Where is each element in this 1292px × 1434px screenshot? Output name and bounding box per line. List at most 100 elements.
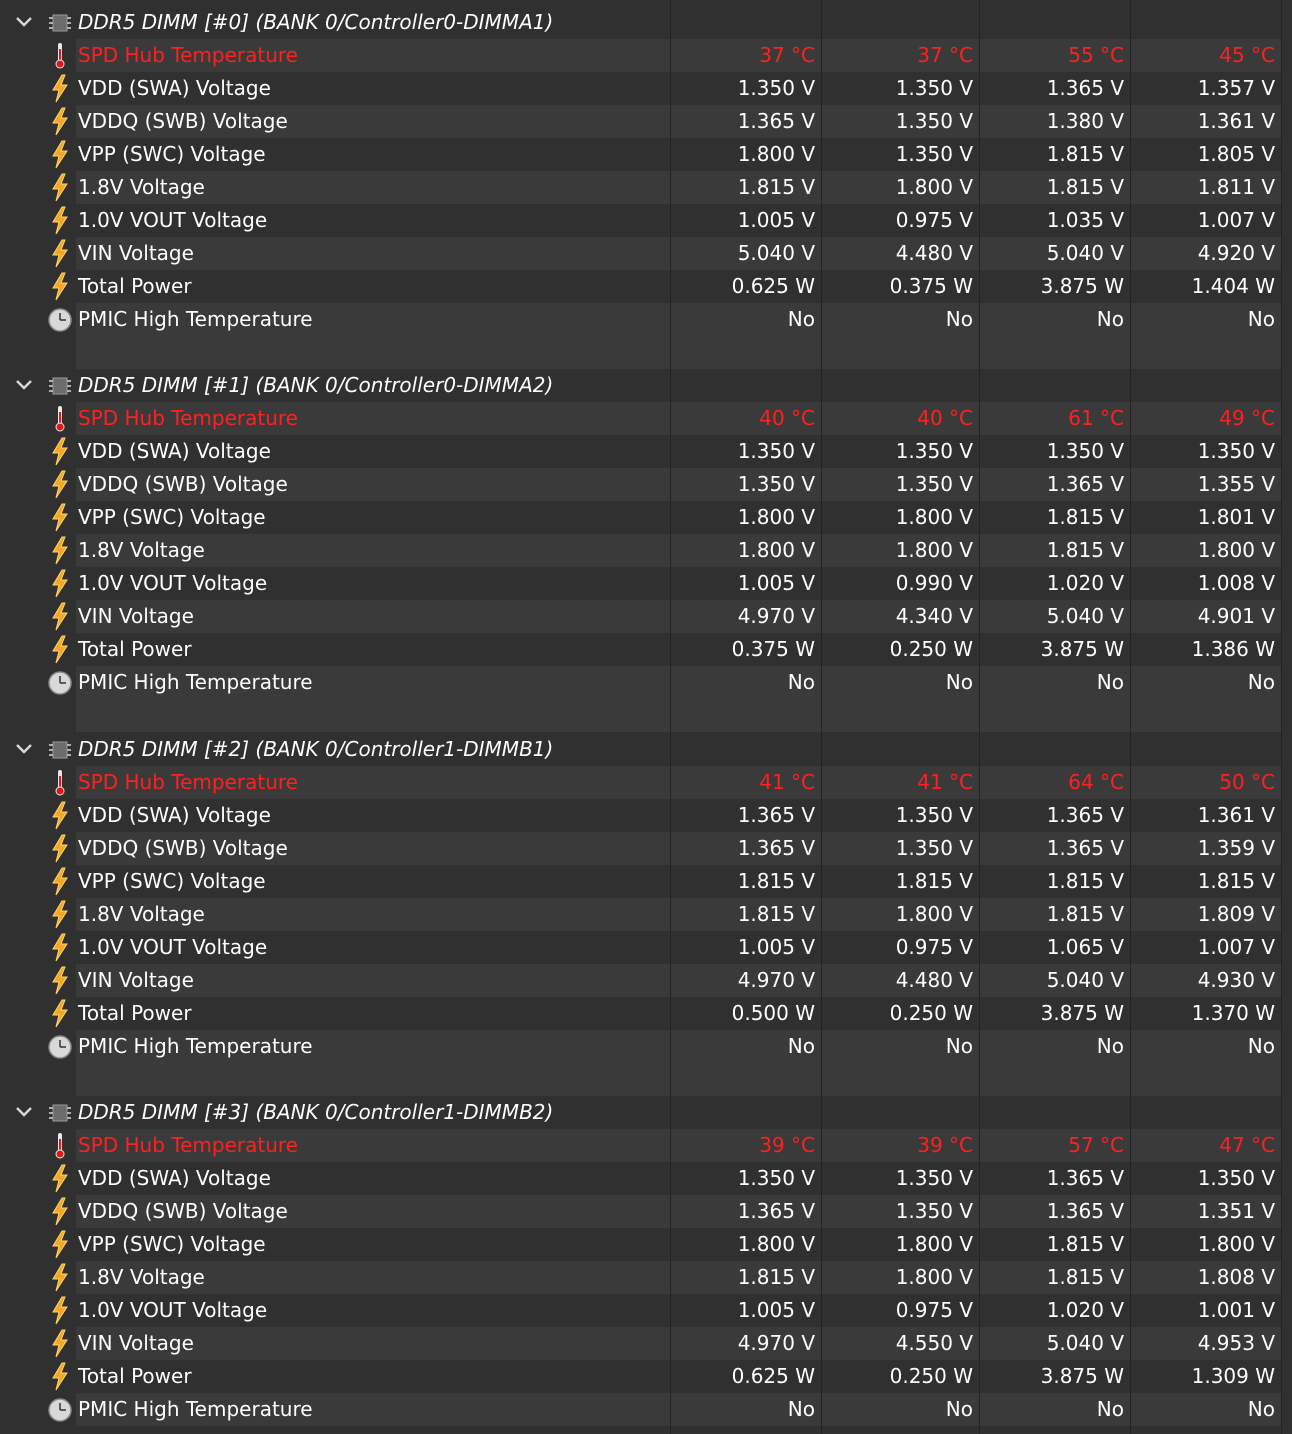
maximum-value: No	[1096, 307, 1124, 331]
sensor-label: VDDQ (SWB) Voltage	[78, 472, 288, 496]
lightning-icon	[47, 470, 73, 499]
sensor-row[interactable]: VIN Voltage 4.970 V 4.550 V 5.040 V 4.953 V	[0, 1327, 1292, 1360]
sensor-row[interactable]: VPP (SWC) Voltage 1.800 V 1.800 V 1.815 V 1.…	[0, 501, 1292, 534]
sensor-row[interactable]: VDDQ (SWB) Voltage 1.365 V 1.350 V 1.365 V 1…	[0, 832, 1292, 865]
lightning-icon	[47, 801, 73, 830]
lightning-icon	[47, 867, 73, 896]
lightning-icon	[47, 173, 73, 202]
group-header[interactable]: DDR5 DIMM [#0] (BANK 0/Controller0-DIMMA…	[0, 6, 1292, 39]
sensor-label: Total Power	[78, 274, 192, 298]
average-value: 1.357 V	[1197, 76, 1275, 100]
current-value: 37 °C	[759, 43, 815, 67]
group-header[interactable]: DDR5 DIMM [#1] (BANK 0/Controller0-DIMMA…	[0, 369, 1292, 402]
sensor-row[interactable]: PMIC High Temperature No No No No	[0, 1030, 1292, 1063]
lightning-icon	[47, 602, 73, 631]
maximum-value: 3.875 W	[1040, 637, 1124, 661]
sensor-label: VDD (SWA) Voltage	[78, 76, 271, 100]
current-value: 1.800 V	[737, 538, 815, 562]
sensor-row[interactable]: PMIC High Temperature No No No No	[0, 303, 1292, 336]
sensor-row[interactable]: VDD (SWA) Voltage 1.350 V 1.350 V 1.365 V 1.…	[0, 72, 1292, 105]
minimum-value: 1.800 V	[895, 538, 973, 562]
sensor-row[interactable]: VPP (SWC) Voltage 1.815 V 1.815 V 1.815 V 1.…	[0, 865, 1292, 898]
current-value: 1.350 V	[737, 472, 815, 496]
current-value: 1.350 V	[737, 439, 815, 463]
minimum-value: 1.800 V	[895, 175, 973, 199]
sensor-row[interactable]: Total Power 0.625 W 0.250 W 3.875 W 1.309 W	[0, 1360, 1292, 1393]
sensor-row[interactable]: SPD Hub Temperature 37 °C 37 °C 55 °C 45 °C	[0, 39, 1292, 72]
lightning-icon	[47, 1263, 73, 1292]
sensor-row[interactable]: 1.0V VOUT Voltage 1.005 V 0.975 V 1.065 V 1.…	[0, 931, 1292, 964]
sensor-label: 1.0V VOUT Voltage	[78, 1298, 268, 1322]
average-value: 49 °C	[1219, 406, 1275, 430]
average-value: No	[1247, 307, 1275, 331]
sensor-row[interactable]: 1.8V Voltage 1.815 V 1.800 V 1.815 V 1.808 V	[0, 1261, 1292, 1294]
sensor-row[interactable]: VDDQ (SWB) Voltage 1.365 V 1.350 V 1.365 V 1…	[0, 1195, 1292, 1228]
current-value: No	[787, 307, 815, 331]
sensor-row[interactable]: VPP (SWC) Voltage 1.800 V 1.350 V 1.815 V 1.…	[0, 138, 1292, 171]
average-value: 4.953 V	[1197, 1331, 1275, 1355]
lightning-icon	[47, 74, 73, 103]
sensor-row[interactable]: PMIC High Temperature No No No No	[0, 1393, 1292, 1426]
maximum-value: 1.380 V	[1046, 109, 1124, 133]
sensor-row[interactable]: 1.0V VOUT Voltage 1.005 V 0.975 V 1.020 V 1.…	[0, 1294, 1292, 1327]
row-background	[76, 1063, 1282, 1096]
minimum-value: 1.800 V	[895, 902, 973, 926]
column-divider	[1281, 0, 1282, 1434]
sensor-row[interactable]: VDDQ (SWB) Voltage 1.350 V 1.350 V 1.365 V 1…	[0, 468, 1292, 501]
maximum-value: 55 °C	[1068, 43, 1124, 67]
chevron-down-icon[interactable]	[14, 1104, 34, 1120]
clock-icon	[47, 1032, 73, 1061]
current-value: 1.815 V	[737, 869, 815, 893]
sensor-row[interactable]: VDD (SWA) Voltage 1.350 V 1.350 V 1.365 V 1.…	[0, 1162, 1292, 1195]
current-value: 0.500 W	[731, 1001, 815, 1025]
sensor-row[interactable]: VIN Voltage 4.970 V 4.480 V 5.040 V 4.930 V	[0, 964, 1292, 997]
sensor-row[interactable]: VIN Voltage 5.040 V 4.480 V 5.040 V 4.920 V	[0, 237, 1292, 270]
sensor-row[interactable]: PMIC High Temperature No No No No	[0, 666, 1292, 699]
group-header[interactable]: DDR5 DIMM [#2] (BANK 0/Controller1-DIMMB…	[0, 733, 1292, 766]
sensor-row[interactable]: 1.8V Voltage 1.815 V 1.800 V 1.815 V 1.809 V	[0, 898, 1292, 931]
average-value: 1.350 V	[1197, 439, 1275, 463]
current-value: 41 °C	[759, 770, 815, 794]
minimum-value: No	[945, 1034, 973, 1058]
sensor-row[interactable]: VDD (SWA) Voltage 1.365 V 1.350 V 1.365 V 1.…	[0, 799, 1292, 832]
sensor-row[interactable]: VPP (SWC) Voltage 1.800 V 1.800 V 1.815 V 1.…	[0, 1228, 1292, 1261]
sensor-row[interactable]: SPD Hub Temperature 39 °C 39 °C 57 °C 47 °C	[0, 1129, 1292, 1162]
sensor-row[interactable]: VDD (SWA) Voltage 1.350 V 1.350 V 1.350 V 1.…	[0, 435, 1292, 468]
sensor-row[interactable]: Total Power 0.500 W 0.250 W 3.875 W 1.370 W	[0, 997, 1292, 1030]
chip-icon	[48, 374, 72, 398]
sensor-row[interactable]: 1.0V VOUT Voltage 1.005 V 0.990 V 1.020 V 1.…	[0, 567, 1292, 600]
maximum-value: 1.365 V	[1046, 803, 1124, 827]
sensor-row[interactable]: VIN Voltage 4.970 V 4.340 V 5.040 V 4.901 V	[0, 600, 1292, 633]
maximum-value: No	[1096, 1397, 1124, 1421]
sensor-row[interactable]: 1.8V Voltage 1.800 V 1.800 V 1.815 V 1.800 V	[0, 534, 1292, 567]
group-header[interactable]: DDR5 DIMM [#3] (BANK 0/Controller1-DIMMB…	[0, 1096, 1292, 1129]
maximum-value: 5.040 V	[1046, 968, 1124, 992]
sensor-label: 1.0V VOUT Voltage	[78, 571, 268, 595]
current-value: No	[787, 670, 815, 694]
sensor-row[interactable]: VDDQ (SWB) Voltage 1.365 V 1.350 V 1.380 V 1…	[0, 105, 1292, 138]
average-value: 1.350 V	[1197, 1166, 1275, 1190]
average-value: 1.355 V	[1197, 472, 1275, 496]
maximum-value: 1.815 V	[1046, 1265, 1124, 1289]
sensor-row[interactable]: SPD Hub Temperature 41 °C 41 °C 64 °C 50 °C	[0, 766, 1292, 799]
maximum-value: 1.815 V	[1046, 538, 1124, 562]
current-value: 1.365 V	[737, 109, 815, 133]
group-title: DDR5 DIMM [#2] (BANK 0/Controller1-DIMMB…	[78, 737, 554, 761]
minimum-value: 0.990 V	[895, 571, 973, 595]
sensor-row[interactable]: 1.8V Voltage 1.815 V 1.800 V 1.815 V 1.811 V	[0, 171, 1292, 204]
minimum-value: 0.250 W	[889, 1001, 973, 1025]
average-value: 1.801 V	[1197, 505, 1275, 529]
chevron-down-icon[interactable]	[14, 741, 34, 757]
maximum-value: 5.040 V	[1046, 604, 1124, 628]
sensor-row[interactable]: SPD Hub Temperature 40 °C 40 °C 61 °C 49 °C	[0, 402, 1292, 435]
sensor-row[interactable]: 1.0V VOUT Voltage 1.005 V 0.975 V 1.035 V 1.…	[0, 204, 1292, 237]
average-value: 4.930 V	[1197, 968, 1275, 992]
chevron-down-icon[interactable]	[14, 377, 34, 393]
sensor-row[interactable]: Total Power 0.375 W 0.250 W 3.875 W 1.386 W	[0, 633, 1292, 666]
sensor-label: 1.8V Voltage	[78, 175, 205, 199]
sensor-row[interactable]: Total Power 0.625 W 0.375 W 3.875 W 1.404 W	[0, 270, 1292, 303]
sensor-label: VIN Voltage	[78, 604, 194, 628]
current-value: 1.815 V	[737, 902, 815, 926]
average-value: No	[1247, 670, 1275, 694]
chevron-down-icon[interactable]	[14, 14, 34, 30]
